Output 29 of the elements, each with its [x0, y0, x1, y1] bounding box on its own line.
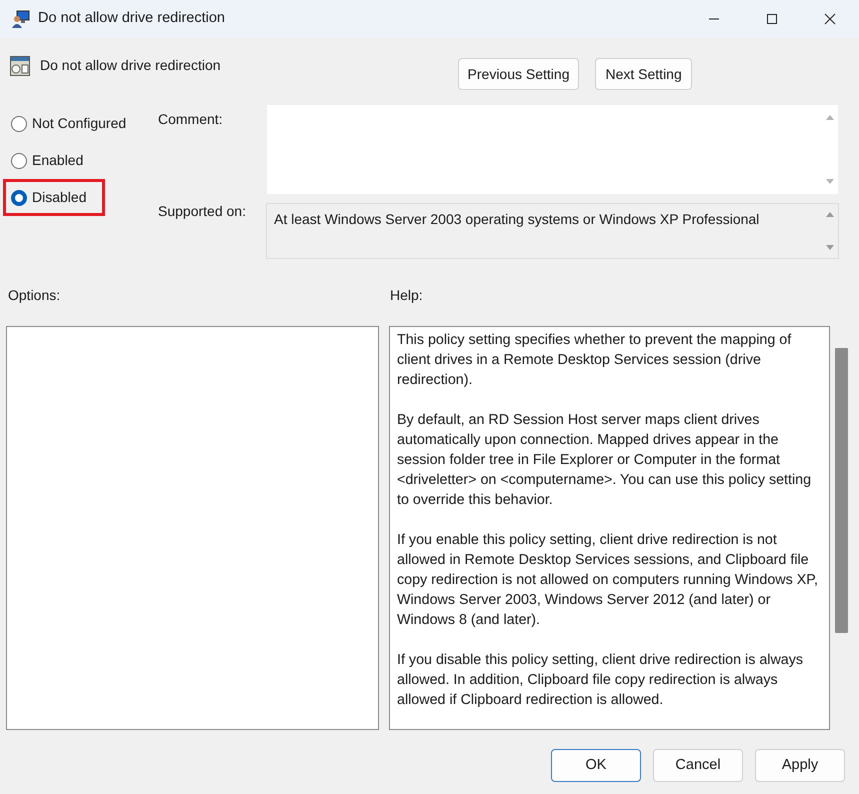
- help-label: Help:: [390, 286, 423, 305]
- policy-settings-icon: [10, 56, 30, 76]
- comment-field[interactable]: [266, 104, 839, 195]
- scroll-up-icon: [825, 113, 835, 123]
- computer-user-icon: [12, 10, 30, 28]
- close-icon: [824, 13, 836, 25]
- help-paragraph: By default, an RD Session Host server maps client drives automatically upon connection. Mapped drives appear in the session folder tree in File Explorer or Computer in the format <driveletter> on <computername>. You can use this policy setting to override this behavior.: [397, 411, 812, 510]
- supported-on-text: At least Windows Server 2003 operating systems or Windows XP Professional: [274, 211, 760, 227]
- dialog-button[interactable]: Apply: [755, 749, 845, 782]
- scroll-down-icon: [825, 242, 835, 252]
- comment-label: Comment:: [158, 110, 224, 129]
- help-paragraph: This policy setting specifies whether to prevent the mapping of client drives in a Remote Desktop Services session (drive redirection).: [397, 331, 792, 390]
- dialog-button[interactable]: OK: [551, 749, 641, 782]
- radio-option[interactable]: Disabled: [3, 179, 105, 216]
- help-paragraph: If you enable this policy setting, client drive redirection is not allowed in Remote Desktop Services sessions, and Clipboard file copy redirection is not allowed on computers running Windows XP, Windows Server 2003, Windows Server 2012 (and later) or Windows 8 (and later).: [397, 531, 819, 630]
- maximize-icon: [766, 13, 778, 25]
- nav-button[interactable]: Next Setting: [595, 58, 692, 90]
- scroll-down-icon: [825, 176, 835, 186]
- radio-option[interactable]: Not Configured: [3, 105, 134, 142]
- scrollbar-thumb[interactable]: [835, 348, 848, 633]
- supported-on-label: Supported on:: [158, 202, 247, 221]
- setting-title: Do not allow drive redirection: [40, 56, 221, 75]
- dialog-button[interactable]: Cancel: [653, 749, 743, 782]
- help-paragraph: If you disable this policy setting, client drive redirection is always allowed. In addition, Clipboard file copy redirection is always allowed if Clipboard redirection is allowed.: [397, 651, 804, 710]
- scroll-up-icon: [825, 210, 835, 220]
- radio-option[interactable]: Enabled: [3, 142, 105, 179]
- window-title: Do not allow drive redirection: [38, 9, 225, 28]
- options-label: Options:: [8, 286, 62, 305]
- nav-button[interactable]: Previous Setting: [458, 58, 580, 90]
